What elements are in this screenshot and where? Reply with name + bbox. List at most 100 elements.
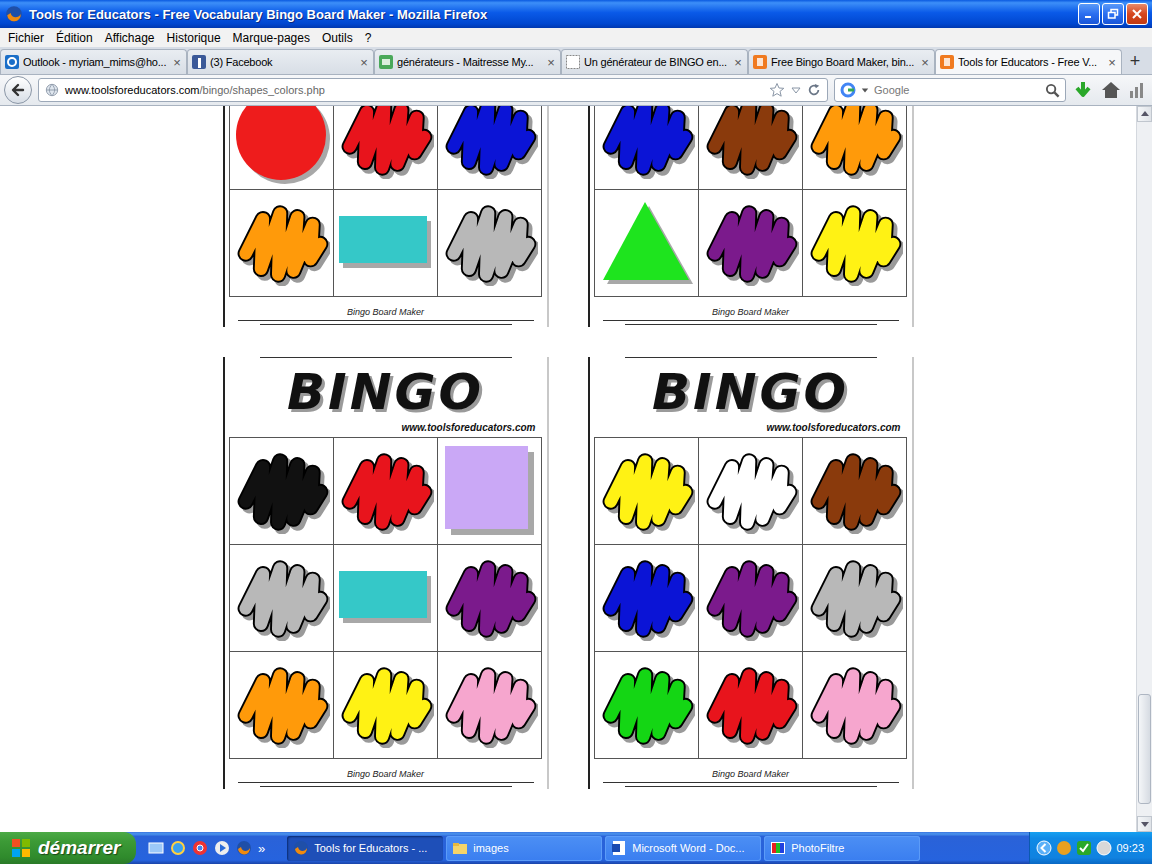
security-icon[interactable] bbox=[1076, 840, 1092, 856]
board-header: BINGOwww.toolsforeducators.com bbox=[230, 357, 542, 437]
scroll-down-button[interactable] bbox=[1137, 816, 1152, 832]
tab-close-button[interactable]: × bbox=[919, 55, 931, 70]
browser-tab[interactable]: Un générateur de BINGO en...× bbox=[561, 49, 748, 74]
bingo-cell[interactable] bbox=[230, 106, 333, 189]
menu-item[interactable]: ? bbox=[359, 31, 378, 45]
bingo-cell[interactable] bbox=[438, 652, 541, 758]
bingo-cell[interactable] bbox=[230, 190, 333, 296]
tab-close-button[interactable]: × bbox=[358, 55, 370, 70]
bingo-cell[interactable] bbox=[699, 438, 802, 544]
task-button[interactable]: PhotoFiltre bbox=[764, 836, 920, 861]
search-field[interactable]: Google bbox=[834, 78, 1066, 102]
bingo-cell[interactable] bbox=[334, 106, 437, 189]
menu-item[interactable]: Historique bbox=[161, 31, 227, 45]
desktop-icon[interactable] bbox=[148, 840, 164, 856]
chrome-icon[interactable] bbox=[192, 840, 208, 856]
bingo-cell[interactable] bbox=[230, 652, 333, 758]
board-footer: Bingo Board Maker bbox=[230, 297, 542, 327]
footer-line bbox=[260, 324, 512, 325]
bingo-cell[interactable] bbox=[595, 190, 698, 296]
new-tab-button[interactable]: + bbox=[1122, 49, 1148, 74]
bingo-cell[interactable] bbox=[334, 438, 437, 544]
magnifier-icon[interactable] bbox=[1045, 83, 1060, 98]
bingo-cell[interactable] bbox=[595, 545, 698, 651]
word-icon bbox=[611, 840, 627, 856]
stats-bars-icon[interactable] bbox=[1128, 81, 1146, 99]
reload-icon[interactable] bbox=[807, 83, 821, 97]
bingo-cell[interactable] bbox=[438, 438, 541, 544]
board-footer: Bingo Board Maker bbox=[595, 759, 907, 789]
scribble-icon bbox=[703, 200, 799, 286]
scroll-up-button[interactable] bbox=[1137, 106, 1152, 122]
up-arrow-icon bbox=[1141, 110, 1149, 118]
bingo-cell[interactable] bbox=[595, 438, 698, 544]
show-hidden-icon[interactable] bbox=[1036, 840, 1052, 856]
bingo-board: BINGOwww.toolsforeducators.comBingo Boar… bbox=[223, 357, 549, 789]
tab-label: Tools for Educators - Free V... bbox=[958, 56, 1103, 68]
task-button[interactable]: Microsoft Word - Doc... bbox=[605, 836, 761, 861]
scroll-thumb[interactable] bbox=[1138, 694, 1151, 804]
bingo-cell[interactable] bbox=[699, 545, 802, 651]
bingo-cell[interactable] bbox=[803, 545, 906, 651]
bingo-cell[interactable] bbox=[803, 438, 906, 544]
bingo-grid bbox=[594, 437, 907, 759]
bingo-cell[interactable] bbox=[699, 652, 802, 758]
more-launchers[interactable]: » bbox=[258, 841, 265, 856]
ie-icon[interactable] bbox=[170, 840, 186, 856]
bingo-cell[interactable] bbox=[334, 190, 437, 296]
bingo-cell[interactable] bbox=[438, 545, 541, 651]
network-icon[interactable] bbox=[1096, 840, 1112, 856]
bingo-cell[interactable] bbox=[230, 438, 333, 544]
menu-item[interactable]: Outils bbox=[316, 31, 359, 45]
bingo-cell[interactable] bbox=[803, 106, 906, 189]
tab-close-button[interactable]: × bbox=[171, 55, 183, 70]
download-arrow-icon[interactable] bbox=[1072, 79, 1094, 101]
scrollbar[interactable] bbox=[1136, 106, 1152, 832]
bingo-grid bbox=[229, 106, 542, 297]
bingo-cell[interactable] bbox=[334, 545, 437, 651]
home-icon[interactable] bbox=[1100, 79, 1122, 101]
tab-close-button[interactable]: × bbox=[732, 55, 744, 70]
menu-item[interactable]: Fichier bbox=[2, 31, 50, 45]
menu-item[interactable]: Édition bbox=[50, 31, 99, 45]
task-button[interactable]: Tools for Educators - ... bbox=[287, 836, 443, 861]
bingo-cell[interactable] bbox=[438, 190, 541, 296]
scroll-track[interactable] bbox=[1137, 122, 1152, 816]
back-button[interactable] bbox=[4, 76, 32, 104]
favicon-icon bbox=[4, 54, 20, 70]
scribble-icon bbox=[442, 555, 538, 641]
bingo-cell[interactable] bbox=[334, 652, 437, 758]
triangle-icon bbox=[599, 200, 695, 286]
restore-button[interactable] bbox=[1102, 3, 1124, 25]
media-player-icon[interactable] bbox=[214, 840, 230, 856]
address-bar[interactable]: www.toolsforeducators.com/bingo/shapes_c… bbox=[38, 78, 828, 102]
dropdown-icon[interactable] bbox=[791, 85, 801, 95]
browser-tab[interactable]: Tools for Educators - Free V...× bbox=[935, 49, 1122, 74]
tab-close-button[interactable]: × bbox=[545, 55, 557, 70]
bingo-cell[interactable] bbox=[438, 106, 541, 189]
bingo-cell[interactable] bbox=[595, 106, 698, 189]
engine-dropdown-icon[interactable] bbox=[861, 86, 869, 94]
bingo-cell[interactable] bbox=[699, 106, 802, 189]
google-icon bbox=[840, 82, 856, 98]
bingo-cell[interactable] bbox=[595, 652, 698, 758]
bookmark-star-icon[interactable] bbox=[769, 82, 785, 98]
browser-tab[interactable]: Outlook - myriam_mims@ho...× bbox=[0, 49, 187, 74]
menu-item[interactable]: Affichage bbox=[99, 31, 161, 45]
search-placeholder: Google bbox=[874, 84, 1040, 96]
start-button[interactable]: démarrer bbox=[0, 832, 136, 864]
google-tray-icon[interactable] bbox=[1056, 840, 1072, 856]
browser-tab[interactable]: Free Bingo Board Maker, bin...× bbox=[748, 49, 935, 74]
menu-item[interactable]: Marque-pages bbox=[227, 31, 316, 45]
minimize-button[interactable] bbox=[1078, 3, 1100, 25]
bingo-cell[interactable] bbox=[803, 652, 906, 758]
browser-tab[interactable]: (3) Facebook× bbox=[187, 49, 374, 74]
circle-icon bbox=[232, 106, 332, 186]
close-button[interactable] bbox=[1126, 3, 1148, 25]
bingo-cell[interactable] bbox=[699, 190, 802, 296]
bingo-cell[interactable] bbox=[803, 190, 906, 296]
browser-tab[interactable]: générateurs - Maitresse My...× bbox=[374, 49, 561, 74]
tab-close-button[interactable]: × bbox=[1106, 55, 1118, 70]
task-button[interactable]: images bbox=[446, 836, 602, 861]
bingo-cell[interactable] bbox=[230, 545, 333, 651]
